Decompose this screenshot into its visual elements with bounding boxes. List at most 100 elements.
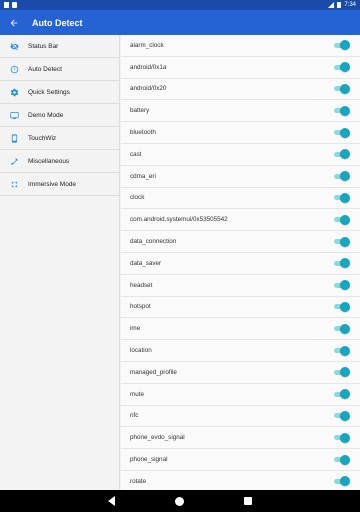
list-item[interactable]: alarm_clock [121, 35, 360, 57]
list-item-label: phone_evdo_signal [130, 434, 185, 442]
list-item[interactable]: headset [121, 275, 360, 297]
toggle-knob [340, 476, 350, 487]
back-button[interactable] [0, 10, 28, 35]
sidebar-item-label: Auto Detect [28, 65, 62, 73]
list-item-label: managed_profile [130, 368, 177, 376]
wrench-icon [0, 157, 28, 166]
list-item-label: headset [130, 281, 153, 289]
toggle-knob [340, 301, 350, 312]
eye-off-icon [0, 42, 28, 51]
toggle-switch[interactable] [332, 280, 350, 291]
list-item[interactable]: battery [121, 100, 360, 123]
list-item[interactable]: cast [121, 144, 360, 166]
toggle-knob [340, 127, 350, 138]
toggle-switch[interactable] [332, 389, 350, 400]
fullscreen-icon [0, 180, 28, 189]
toggle-knob [340, 192, 350, 203]
list-item[interactable]: ime [121, 318, 360, 341]
list-item[interactable]: data_saver [121, 253, 360, 275]
toggle-switch[interactable] [332, 105, 350, 116]
detected-items-list[interactable]: alarm_clock android/0x1a android/0x20 batte… [121, 35, 360, 490]
list-item[interactable]: managed_profile [121, 362, 360, 384]
list-item-label: data_saver [130, 259, 162, 267]
toggle-switch[interactable] [332, 127, 350, 138]
sd-card-icon [12, 2, 17, 8]
toggle-knob [340, 149, 350, 160]
toggle-knob [340, 345, 350, 356]
toggle-switch[interactable] [332, 410, 350, 421]
list-item-label: android/0x1a [130, 63, 167, 71]
sidebar-item-quick-settings[interactable]: Quick Settings [0, 81, 119, 104]
monitor-icon [0, 111, 28, 120]
sidebar-item-label: Demo Mode [28, 111, 64, 119]
list-item[interactable]: phone_evdo_signal [121, 427, 360, 450]
toggle-knob [340, 454, 350, 465]
toggle-knob [340, 280, 350, 291]
toggle-knob [340, 236, 350, 247]
toggle-switch[interactable] [332, 345, 350, 356]
toggle-switch[interactable] [332, 149, 350, 160]
list-item[interactable]: phone_signal [121, 449, 360, 471]
list-item[interactable]: android/0x20 [121, 79, 360, 101]
toggle-knob [340, 323, 350, 334]
nav-home-icon[interactable] [175, 496, 184, 506]
list-item-label: clock [130, 194, 145, 202]
toggle-switch[interactable] [332, 476, 350, 487]
sidebar-item-immersive-mode[interactable]: Immersive Mode [0, 173, 119, 196]
sidebar-item-label: Status Bar [28, 42, 59, 50]
toggle-switch[interactable] [332, 367, 350, 378]
toggle-switch[interactable] [332, 40, 350, 51]
toggle-switch[interactable] [332, 214, 350, 225]
gear-icon [0, 88, 28, 97]
list-item-label: ime [130, 325, 141, 333]
toggle-switch[interactable] [332, 62, 350, 73]
toggle-switch[interactable] [332, 301, 350, 312]
list-item[interactable]: hotspot [121, 297, 360, 319]
nav-back-icon[interactable] [108, 496, 115, 506]
list-item[interactable]: nfc [121, 406, 360, 428]
list-item-label: nfc [130, 412, 139, 420]
toggle-switch[interactable] [332, 432, 350, 443]
list-item[interactable]: com.android.systemui/0x53505542 [121, 209, 360, 232]
toggle-switch[interactable] [332, 258, 350, 269]
toggle-knob [340, 258, 350, 269]
list-item[interactable]: android/0x1a [121, 57, 360, 79]
list-item[interactable]: bluetooth [121, 122, 360, 144]
list-item[interactable]: clock [121, 188, 360, 210]
phone-icon [0, 133, 28, 143]
toggle-switch[interactable] [332, 83, 350, 94]
sidebar-item-touchwiz[interactable]: TouchWiz [0, 127, 119, 150]
toggle-switch[interactable] [332, 171, 350, 182]
list-item[interactable]: data_connection [121, 231, 360, 253]
sidebar-item-label: Immersive Mode [28, 180, 77, 188]
page-title: Auto Detect [32, 17, 83, 28]
list-item[interactable]: mute [121, 384, 360, 406]
sidebar-item-miscellaneous[interactable]: Miscellaneous [0, 150, 119, 173]
sidebar-item-status-bar[interactable]: Status Bar [0, 35, 119, 58]
list-item-label: rotate [130, 477, 147, 485]
toggle-switch[interactable] [332, 323, 350, 334]
toggle-knob [340, 432, 350, 443]
sidebar-item-auto-detect[interactable]: ? Auto Detect [0, 58, 119, 81]
sidebar-item-label: Quick Settings [28, 88, 70, 96]
nav-recents-icon[interactable] [244, 497, 252, 505]
list-item[interactable]: cdma_eri [121, 166, 360, 188]
toggle-switch[interactable] [332, 236, 350, 247]
list-item[interactable]: location [121, 340, 360, 362]
toggle-knob [340, 410, 350, 421]
list-item-label: cdma_eri [130, 172, 156, 180]
list-item-label: bluetooth [130, 129, 156, 137]
app-bar: Auto Detect [0, 10, 360, 35]
list-item-label: alarm_clock [130, 41, 164, 49]
toggle-switch[interactable] [332, 454, 350, 465]
list-item[interactable]: rotate [121, 471, 360, 490]
toggle-knob [340, 62, 350, 73]
toggle-knob [340, 40, 350, 51]
sidebar-item-label: TouchWiz [28, 134, 57, 142]
battery-icon [337, 1, 342, 8]
list-item-label: location [130, 347, 152, 355]
toggle-knob [340, 171, 350, 182]
sidebar-item-demo-mode[interactable]: Demo Mode [0, 104, 119, 127]
toggle-switch[interactable] [332, 192, 350, 203]
help-circle-icon: ? [0, 65, 28, 74]
